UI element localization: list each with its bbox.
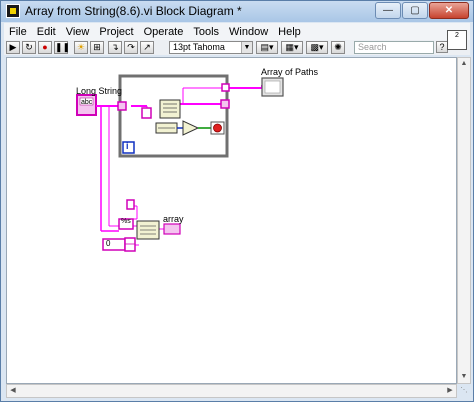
step-out-icon[interactable]: ↗ bbox=[140, 41, 154, 54]
horizontal-scrollbar[interactable]: ◀ ▶ bbox=[6, 384, 457, 398]
step-over-icon[interactable]: ↷ bbox=[124, 41, 138, 54]
search-input[interactable]: Search bbox=[354, 41, 434, 54]
offset-constant[interactable] bbox=[141, 107, 152, 119]
format-spec-text: %s bbox=[121, 218, 131, 225]
long-string-label: Long String bbox=[76, 86, 123, 96]
highlight-execution-icon[interactable]: ☀ bbox=[74, 41, 88, 54]
small-string-constant[interactable] bbox=[126, 199, 135, 210]
scroll-down-icon[interactable]: ▼ bbox=[458, 371, 470, 383]
font-select-value: 13pt Tahoma bbox=[173, 42, 225, 52]
step-into-icon[interactable]: ↴ bbox=[108, 41, 122, 54]
array-indicator[interactable] bbox=[163, 223, 181, 235]
array-label: array bbox=[163, 214, 184, 224]
run-arrow-icon[interactable]: ▶ bbox=[6, 41, 20, 54]
menu-file[interactable]: File bbox=[4, 26, 32, 38]
array-constant[interactable] bbox=[124, 237, 136, 252]
connector-pane-icon[interactable]: 2 bbox=[447, 30, 467, 50]
menu-project[interactable]: Project bbox=[94, 26, 138, 38]
connector-pane-label: 2 bbox=[455, 32, 459, 39]
align-objects-icon[interactable]: ▤▾ bbox=[256, 41, 278, 54]
chevron-down-icon: ▼ bbox=[241, 42, 252, 53]
cleanup-diagram-icon[interactable]: ✺ bbox=[331, 41, 345, 54]
initial-value-text: 0 bbox=[106, 239, 111, 248]
vertical-scrollbar[interactable]: ▲ ▼ bbox=[457, 57, 471, 384]
left-shift-register[interactable] bbox=[117, 101, 127, 111]
reorder-icon[interactable]: ▩▾ bbox=[306, 41, 328, 54]
menu-operate[interactable]: Operate bbox=[139, 26, 189, 38]
window: Array from String(8.6).vi Block Diagram … bbox=[0, 0, 474, 402]
run-continuously-icon[interactable]: ↻ bbox=[22, 41, 36, 54]
title-bar[interactable]: Array from String(8.6).vi Block Diagram … bbox=[1, 1, 473, 22]
toolbar: ▶ ↻ ● ❚❚ ☀ ⊞ ↴ ↷ ↗ 13pt Tahoma ▼ ▤▾ ▦▾ ▩… bbox=[4, 40, 470, 55]
menu-edit[interactable]: Edit bbox=[32, 26, 61, 38]
menu-view[interactable]: View bbox=[61, 26, 95, 38]
retain-wire-values-icon[interactable]: ⊞ bbox=[90, 41, 104, 54]
minimize-button[interactable]: — bbox=[375, 2, 401, 19]
abort-icon[interactable]: ● bbox=[38, 41, 52, 54]
menu-help[interactable]: Help bbox=[273, 26, 306, 38]
output-tunnel[interactable] bbox=[221, 83, 230, 92]
match-pattern-function[interactable] bbox=[159, 99, 181, 119]
window-title: Array from String(8.6).vi Block Diagram … bbox=[25, 4, 242, 18]
equal-zero-function[interactable] bbox=[182, 120, 200, 136]
close-button[interactable]: ✕ bbox=[429, 2, 469, 19]
scroll-right-icon[interactable]: ▶ bbox=[444, 385, 456, 397]
menu-bar: File Edit View Project Operate Tools Win… bbox=[4, 23, 470, 40]
scroll-left-icon[interactable]: ◀ bbox=[7, 385, 19, 397]
resize-grip-icon[interactable]: ⋱ bbox=[458, 385, 470, 397]
scroll-up-icon[interactable]: ▲ bbox=[458, 58, 470, 70]
labview-app-icon bbox=[6, 4, 20, 18]
stop-icon bbox=[213, 123, 222, 133]
pause-icon[interactable]: ❚❚ bbox=[54, 41, 70, 54]
menu-window[interactable]: Window bbox=[224, 26, 273, 38]
menu-tools[interactable]: Tools bbox=[188, 26, 224, 38]
block-diagram-canvas[interactable]: Long String abc Array of Paths array i %… bbox=[6, 57, 457, 384]
array-of-paths-label: Array of Paths bbox=[261, 67, 319, 77]
array-of-paths-face bbox=[264, 80, 281, 94]
maximize-button[interactable]: ▢ bbox=[402, 2, 428, 19]
right-shift-register[interactable] bbox=[220, 99, 230, 109]
distribute-objects-icon[interactable]: ▦▾ bbox=[281, 41, 303, 54]
long-string-terminal-text: abc bbox=[81, 99, 93, 106]
font-select[interactable]: 13pt Tahoma ▼ bbox=[169, 41, 253, 54]
loop-iteration-label: i bbox=[126, 141, 129, 151]
